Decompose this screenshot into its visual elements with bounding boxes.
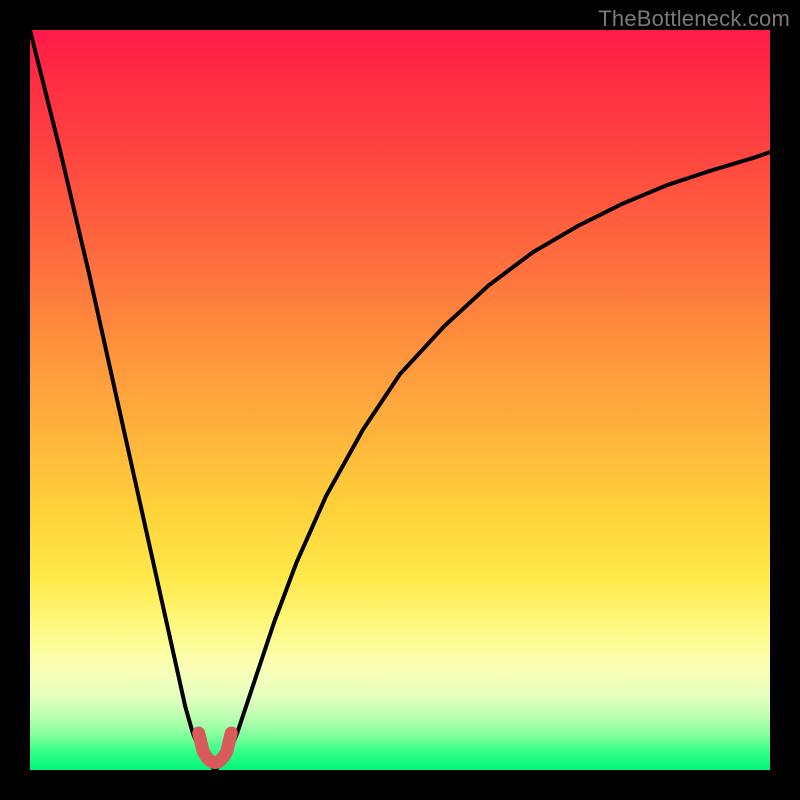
watermark-text: TheBottleneck.com [598,6,790,32]
curve-layer [30,30,770,770]
curve-left-branch [30,30,215,770]
chart-frame: TheBottleneck.com [0,0,800,800]
curve-right-branch [215,152,770,770]
plot-area [30,30,770,770]
valley-highlight [199,733,232,763]
